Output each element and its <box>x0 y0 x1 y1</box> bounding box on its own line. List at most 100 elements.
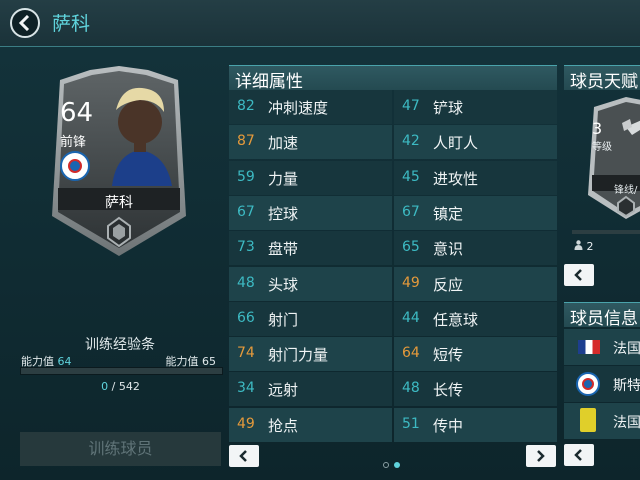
attribute-cell: 67 镇定 <box>394 195 557 230</box>
club-crest-icon <box>60 151 90 181</box>
attribute-label: 进攻性 <box>433 169 479 188</box>
attribute-label: 任意球 <box>433 310 479 329</box>
talent-level: 3 <box>592 119 603 138</box>
page-dot[interactable] <box>394 462 400 468</box>
attributes-header: 详细属性 <box>229 65 557 92</box>
right-panel: 球员天赋 3 等级 锋线/ 2 球员信息 法国 斯特 法国 <box>564 65 640 470</box>
attribute-cell: 47 铲球 <box>394 90 557 124</box>
nationality-text: 法国 <box>613 341 640 357</box>
club-text: 斯特 <box>613 378 640 394</box>
attribute-row: 49 抢点 51 传中 <box>229 407 557 442</box>
attribute-label: 铲球 <box>433 99 464 117</box>
attribute-cell: 66 射门 <box>229 301 392 336</box>
attribute-label: 头球 <box>268 275 299 294</box>
chevron-left-icon <box>18 15 30 31</box>
attribute-value: 42 <box>402 133 420 150</box>
attribute-label: 人盯人 <box>433 134 479 153</box>
attribute-cell: 48 长传 <box>394 372 557 407</box>
training-current: 0 <box>101 380 109 393</box>
attribute-label: 冲刺速度 <box>268 99 329 117</box>
attribute-label: 抢点 <box>268 416 299 435</box>
talent-level-label: 等级 <box>592 142 612 153</box>
info-header: 球员信息 <box>564 302 640 329</box>
info-title: 球员信息 <box>570 309 638 329</box>
attribute-label: 镇定 <box>433 204 464 223</box>
attribute-label: 短传 <box>433 346 464 365</box>
training-title: 训练经验条 <box>85 337 155 353</box>
talent-title: 球员天赋 <box>570 72 638 92</box>
back-button[interactable] <box>10 8 40 38</box>
attribute-cell: 44 任意球 <box>394 301 557 336</box>
attribute-value: 45 <box>402 168 420 185</box>
attribute-row: 74 射门力量 64 短传 <box>229 337 557 372</box>
top-bar: 萨科 <box>0 0 640 47</box>
attribute-value: 66 <box>237 309 255 326</box>
attribute-row: 59 力量 45 进攻性 <box>229 160 557 195</box>
attribute-value: 65 <box>402 239 420 256</box>
attribute-cell: 73 盘带 <box>229 231 392 266</box>
attribute-label: 长传 <box>433 381 464 400</box>
attribute-value: 48 <box>402 380 420 397</box>
training-total: 542 <box>118 380 140 393</box>
train-player-button[interactable]: 训练球员 <box>20 432 221 466</box>
info-prev-button[interactable] <box>564 444 594 466</box>
attribute-row: 34 远射 48 长传 <box>229 372 557 407</box>
attribute-label: 远射 <box>268 381 299 400</box>
attribute-row: 73 盘带 65 意识 <box>229 231 557 266</box>
person-icon <box>574 240 583 250</box>
attribute-label: 传中 <box>433 416 464 435</box>
prev-page-button[interactable] <box>229 445 259 467</box>
page-title: 萨科 <box>52 13 91 35</box>
attribute-value: 34 <box>237 380 255 397</box>
attribute-label: 射门 <box>268 310 299 329</box>
talent-progress-bar <box>572 230 640 234</box>
attribute-row: 48 头球 49 反应 <box>229 266 557 301</box>
page-dot[interactable] <box>383 462 389 468</box>
attribute-label: 控球 <box>268 204 299 223</box>
attribute-cell: 45 进攻性 <box>394 160 557 195</box>
talent-prev-button[interactable] <box>564 264 594 286</box>
league-text: 法国 <box>613 415 640 431</box>
info-nationality[interactable]: 法国 <box>564 329 640 365</box>
attributes-title: 详细属性 <box>235 72 303 92</box>
attribute-cell: 74 射门力量 <box>229 337 392 372</box>
training-separator: / <box>111 380 116 393</box>
training-progress-bar <box>20 367 223 375</box>
attribute-cell: 59 力量 <box>229 160 392 195</box>
attribute-row: 87 加速 42 人盯人 <box>229 125 557 160</box>
attribute-cell: 82 冲刺速度 <box>229 90 392 124</box>
attribute-label: 加速 <box>268 134 299 153</box>
training-progress-count: 0 / 542 <box>20 380 221 393</box>
talent-subtitle: 锋线/ <box>614 185 638 196</box>
league-logo-icon <box>580 408 596 432</box>
attribute-cell: 51 传中 <box>394 407 557 442</box>
talent-count: 2 <box>574 240 594 253</box>
france-flag-icon <box>578 340 600 354</box>
attribute-cell: 67 控球 <box>229 195 392 230</box>
attribute-value: 44 <box>402 309 420 326</box>
attribute-cell: 42 人盯人 <box>394 125 557 160</box>
attribute-value: 59 <box>237 168 255 185</box>
attribute-value: 74 <box>237 345 255 362</box>
talent-header: 球员天赋 <box>564 65 640 92</box>
next-page-button[interactable] <box>526 445 556 467</box>
talent-count-value: 2 <box>586 240 594 253</box>
attribute-cell: 34 远射 <box>229 372 392 407</box>
attribute-value: 47 <box>402 98 420 114</box>
attribute-value: 49 <box>402 274 420 291</box>
card-position: 前锋 <box>60 135 87 150</box>
attribute-label: 反应 <box>433 275 464 294</box>
page-indicator <box>383 453 405 472</box>
attribute-value: 51 <box>402 415 420 432</box>
talent-card[interactable] <box>586 97 640 222</box>
attribute-label: 力量 <box>268 169 299 188</box>
chevron-left-icon <box>574 449 582 461</box>
attribute-cell: 49 抢点 <box>229 407 392 442</box>
info-club[interactable]: 斯特 <box>564 366 640 402</box>
attribute-cell: 48 头球 <box>229 266 392 301</box>
chevron-left-icon <box>574 269 582 281</box>
info-league[interactable]: 法国 <box>564 403 640 439</box>
attribute-value: 49 <box>237 415 255 432</box>
attribute-label: 射门力量 <box>268 346 329 365</box>
attribute-row: 66 射门 44 任意球 <box>229 301 557 336</box>
